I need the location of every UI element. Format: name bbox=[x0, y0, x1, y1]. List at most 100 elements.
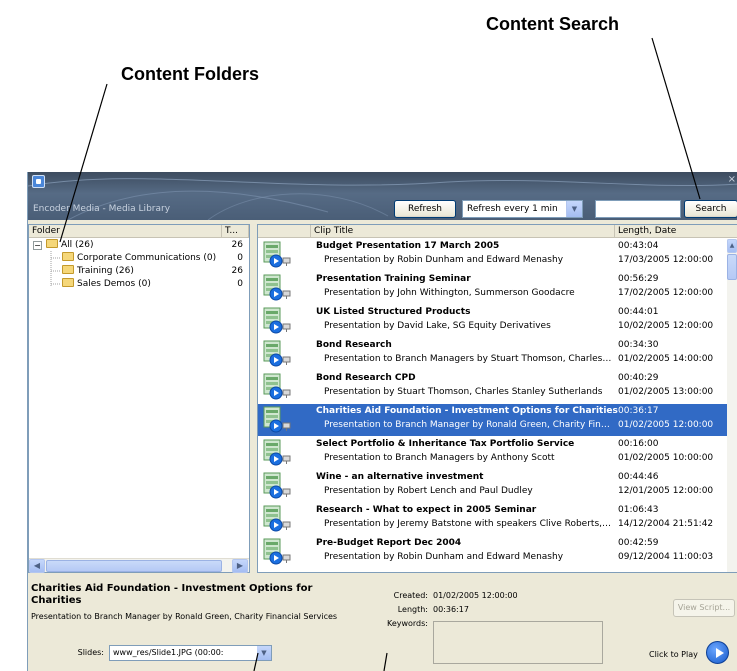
presentation-video-icon[interactable] bbox=[262, 439, 292, 467]
folder-label: Training (26) bbox=[77, 266, 134, 276]
clip-date: 01/02/2005 14:00:00 bbox=[618, 354, 714, 364]
clip-date: 01/02/2005 13:00:00 bbox=[618, 387, 714, 397]
clip-description: Presentation to Branch Manager by Ronald… bbox=[324, 420, 612, 430]
refresh-button[interactable]: Refresh bbox=[394, 200, 456, 218]
clip-row-selected[interactable]: Charities Aid Foundation - Investment Op… bbox=[258, 404, 728, 436]
folder-icon bbox=[62, 278, 74, 287]
presentation-video-icon[interactable] bbox=[262, 406, 292, 434]
search-input[interactable] bbox=[595, 200, 681, 218]
search-button[interactable]: Search bbox=[684, 200, 737, 218]
presentation-video-icon[interactable] bbox=[262, 241, 292, 269]
clip-vertical-scrollbar[interactable]: ▲ bbox=[727, 239, 737, 572]
clip-title: Bond Research CPD bbox=[316, 373, 416, 383]
folder-count: 26 bbox=[231, 266, 243, 276]
clip-list-panel: Clip Title Length, Date Budget Presentat… bbox=[257, 224, 737, 573]
clip-row[interactable]: Pre-Budget Report Dec 2004 Presentation b… bbox=[258, 536, 728, 568]
clip-row[interactable]: Presentation Training Seminar Presentatio… bbox=[258, 272, 728, 304]
refresh-interval-select[interactable]: Refresh every 1 min ▼ bbox=[462, 200, 583, 218]
scroll-right-icon[interactable]: ▶ bbox=[232, 559, 248, 573]
detail-title: Charities Aid Foundation - Investment Op… bbox=[31, 583, 313, 606]
app-icon bbox=[32, 175, 45, 188]
detail-description: Presentation to Branch Manager by Ronald… bbox=[31, 612, 338, 621]
slides-select[interactable]: www_res/Slide1.JPG (00:00: ▼ bbox=[109, 645, 272, 661]
play-icon[interactable] bbox=[706, 641, 729, 664]
clip-title-column-header[interactable]: Clip Title bbox=[311, 225, 615, 238]
clip-length: 00:44:01 bbox=[618, 307, 659, 317]
clip-length: 00:44:46 bbox=[618, 472, 659, 482]
length-date-column-header[interactable]: Length, Date bbox=[615, 225, 737, 238]
clip-description: Presentation by John Withington, Summers… bbox=[324, 288, 575, 298]
clip-length: 00:36:17 bbox=[618, 406, 659, 416]
presentation-video-icon[interactable] bbox=[262, 340, 292, 368]
folder-count: 0 bbox=[237, 253, 243, 263]
clip-description: Presentation by Robin Dunham and Edward … bbox=[324, 255, 564, 265]
close-icon[interactable]: × bbox=[728, 174, 736, 185]
count-column-header[interactable]: T... bbox=[222, 225, 249, 238]
clip-date: 09/12/2004 11:00:03 bbox=[618, 552, 714, 562]
clip-row[interactable]: Wine - an alternative investment Presenta… bbox=[258, 470, 728, 502]
clip-detail-panel: Charities Aid Foundation - Investment Op… bbox=[28, 575, 737, 671]
folder-item-corporate-communications[interactable]: Corporate Communications (0) bbox=[62, 252, 216, 264]
slides-label: Slides: bbox=[77, 648, 104, 657]
presentation-video-icon[interactable] bbox=[262, 274, 292, 302]
clip-length: 00:34:30 bbox=[618, 340, 659, 350]
clip-date: 01/02/2005 12:00:00 bbox=[618, 420, 714, 430]
folder-item-sales-demos[interactable]: Sales Demos (0) bbox=[62, 278, 151, 290]
folder-item-training[interactable]: Training (26) bbox=[62, 265, 134, 277]
scroll-thumb[interactable] bbox=[727, 254, 737, 280]
clip-title: Budget Presentation 17 March 2005 bbox=[316, 241, 500, 251]
clip-date: 01/02/2005 10:00:00 bbox=[618, 453, 714, 463]
folder-icon bbox=[62, 265, 74, 274]
folder-panel: Folder T... − All (26) 26 Corporate Comm… bbox=[28, 224, 250, 573]
presentation-video-icon[interactable] bbox=[262, 307, 292, 335]
clip-length: 01:06:43 bbox=[618, 505, 659, 515]
clip-icon-column-header[interactable] bbox=[258, 225, 311, 238]
view-script-button[interactable]: View Script... bbox=[673, 599, 735, 617]
clip-description: Presentation by Robert Lench and Paul Du… bbox=[324, 486, 533, 496]
clip-date: 14/12/2004 21:51:42 bbox=[618, 519, 714, 529]
slides-value: www_res/Slide1.JPG (00:00: bbox=[113, 648, 224, 657]
created-value: 01/02/2005 12:00:00 bbox=[433, 591, 518, 600]
presentation-video-icon[interactable] bbox=[262, 505, 292, 533]
folder-label: Corporate Communications (0) bbox=[77, 253, 217, 263]
folder-icon bbox=[62, 252, 74, 261]
presentation-video-icon[interactable] bbox=[262, 373, 292, 401]
clip-title: Bond Research bbox=[316, 340, 392, 350]
scroll-left-icon[interactable]: ◀ bbox=[29, 559, 45, 573]
clip-description: Presentation to Branch Managers by Stuar… bbox=[324, 354, 612, 364]
clip-date: 17/02/2005 12:00:00 bbox=[618, 288, 714, 298]
clip-length: 00:16:00 bbox=[618, 439, 659, 449]
clip-row[interactable]: Bond Research Presentation to Branch Mana… bbox=[258, 338, 728, 370]
scroll-up-icon[interactable]: ▲ bbox=[727, 239, 737, 253]
length-value: 00:36:17 bbox=[433, 605, 469, 614]
clip-row[interactable]: UK Listed Structured Products Presentatio… bbox=[258, 305, 728, 337]
presentation-video-icon[interactable] bbox=[262, 472, 292, 500]
clip-title: UK Listed Structured Products bbox=[316, 307, 471, 317]
chevron-down-icon[interactable]: ▼ bbox=[566, 201, 582, 217]
clip-date: 12/01/2005 12:00:00 bbox=[618, 486, 714, 496]
clip-row[interactable]: Bond Research CPD Presentation by Stuart … bbox=[258, 371, 728, 403]
clip-date: 17/03/2005 12:00:00 bbox=[618, 255, 714, 265]
folder-horizontal-scrollbar[interactable]: ◀ ▶ bbox=[29, 558, 249, 573]
created-label: Created: bbox=[393, 591, 428, 600]
presentation-video-icon[interactable] bbox=[262, 538, 292, 566]
length-label: Length: bbox=[397, 605, 428, 614]
content-search-callout: Content Search bbox=[486, 14, 620, 34]
clip-description: Presentation by Robin Dunham and Edward … bbox=[324, 552, 564, 562]
clip-row[interactable]: Select Portfolio & Inheritance Tax Portf… bbox=[258, 437, 728, 469]
folder-count: 26 bbox=[231, 240, 243, 250]
clip-description: Presentation by Stuart Thomson, Charles … bbox=[324, 387, 603, 397]
clip-title: Charities Aid Foundation - Investment Op… bbox=[316, 406, 618, 416]
click-to-play-label: Click to Play bbox=[649, 650, 698, 659]
clip-row[interactable]: Research - What to expect in 2005 Semina… bbox=[258, 503, 728, 535]
clip-description: Presentation to Branch Managers by Antho… bbox=[324, 453, 555, 463]
title-bar: × Encoder Media - Media Library Refresh … bbox=[28, 172, 737, 220]
folder-count: 0 bbox=[237, 279, 243, 289]
clip-length: 00:42:59 bbox=[618, 538, 659, 548]
clip-row[interactable]: Budget Presentation 17 March 2005 Present… bbox=[258, 239, 728, 271]
clip-title: Research - What to expect in 2005 Semina… bbox=[316, 505, 537, 515]
clip-length: 00:56:29 bbox=[618, 274, 659, 284]
chevron-down-icon[interactable]: ▼ bbox=[257, 646, 271, 660]
clip-date: 10/02/2005 12:00:00 bbox=[618, 321, 714, 331]
scroll-thumb[interactable] bbox=[46, 560, 222, 572]
